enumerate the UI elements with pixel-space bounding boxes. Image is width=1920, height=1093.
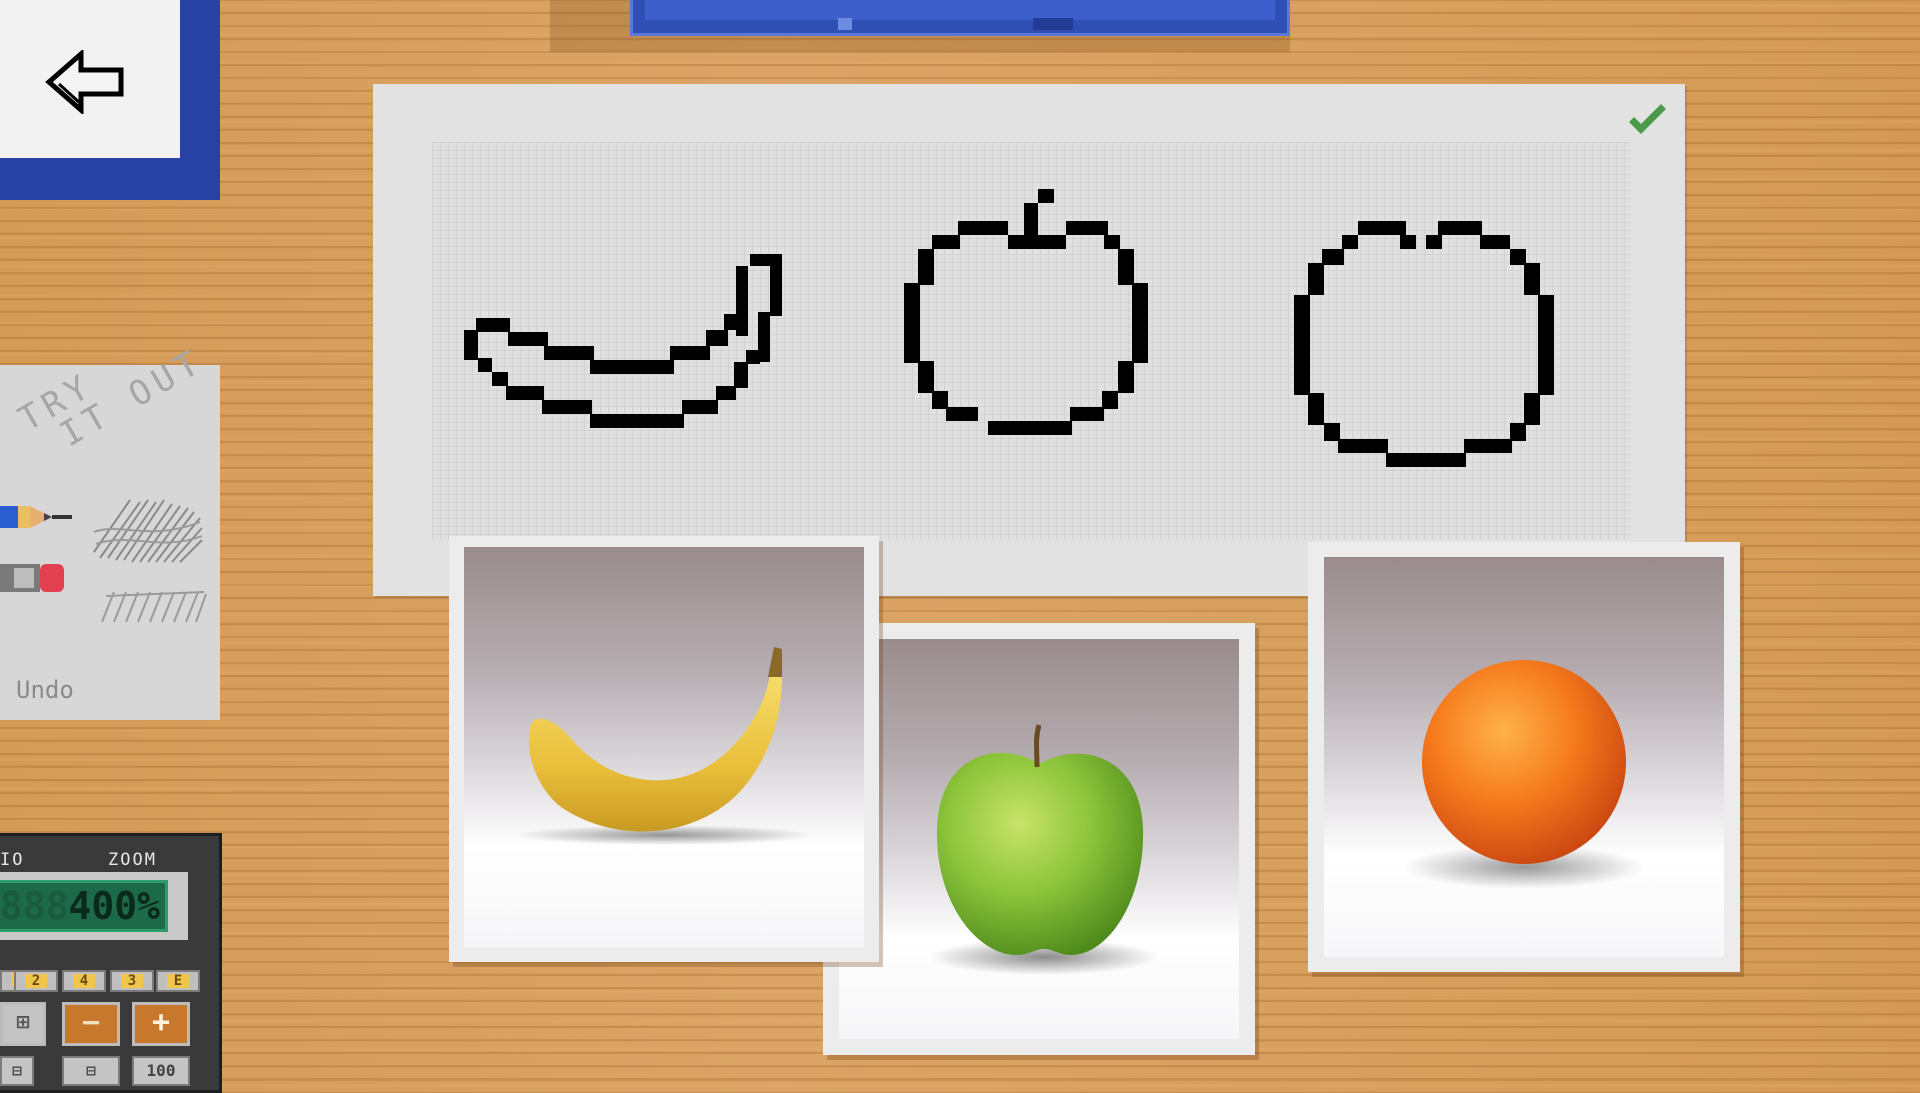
calc-key[interactable]: 3 [110, 970, 154, 992]
io-label: IO [0, 850, 25, 870]
calculator-labels: IO ZOOM [0, 850, 200, 870]
back-arrow-icon [45, 50, 124, 114]
photo-card-apple[interactable] [823, 623, 1255, 1055]
photo-orange [1324, 557, 1724, 957]
eraser-icon[interactable] [0, 560, 70, 596]
pencil-scribble-sample [93, 499, 203, 563]
undo-button[interactable]: Undo [16, 676, 74, 704]
photo-banana [464, 547, 864, 947]
calc-key[interactable]: E [156, 970, 200, 992]
zoom-label: ZOOM [108, 850, 157, 870]
apple-sketch [904, 189, 1148, 435]
orange-photo-image [1404, 660, 1644, 889]
orange-sketch [1294, 221, 1554, 467]
zoom-in-button[interactable]: + [132, 1002, 190, 1046]
calc-key-100[interactable]: 100 [132, 1056, 190, 1086]
top-panel-mark [1033, 18, 1073, 30]
top-panel[interactable] [630, 0, 1290, 36]
calc-key[interactable]: 2 [14, 970, 58, 992]
top-panel-face [645, 0, 1275, 20]
zoom-value: 400% [68, 884, 160, 928]
apple-photo-image [929, 724, 1159, 975]
banana-photo-image [514, 647, 814, 845]
zoom-out-button[interactable]: − [62, 1002, 120, 1046]
pencil-hatching-sample [101, 591, 207, 623]
banana-sketch [464, 254, 782, 428]
pencil-icon[interactable] [0, 500, 75, 534]
calc-grid-key[interactable]: ⊞ [0, 1002, 46, 1046]
photo-card-orange[interactable] [1308, 542, 1740, 972]
calc-key[interactable]: ⊟ [0, 1056, 34, 1086]
photo-apple [839, 639, 1239, 1039]
checkmark-icon[interactable] [1625, 100, 1669, 140]
calc-key[interactable]: ⊟ [62, 1056, 120, 1086]
top-panel-mark [838, 18, 852, 30]
calc-key[interactable]: 4 [62, 970, 106, 992]
photo-card-banana[interactable] [449, 536, 879, 962]
